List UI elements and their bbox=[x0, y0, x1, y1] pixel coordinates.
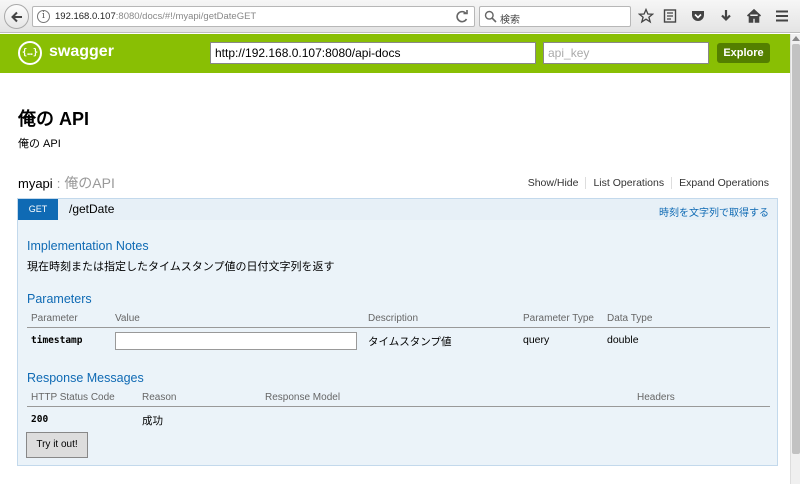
timestamp-value-input[interactable] bbox=[115, 332, 357, 350]
address-text: 192.168.0.107:8080/docs/#!/myapi/getDate… bbox=[55, 11, 256, 22]
param-type: query bbox=[523, 334, 550, 346]
param-header-divider bbox=[27, 327, 770, 328]
response-header-model: Response Model bbox=[265, 392, 341, 403]
resource-name-link[interactable]: myapi bbox=[18, 176, 53, 191]
api-key-input[interactable] bbox=[543, 42, 709, 64]
browser-search-box[interactable]: 検索 bbox=[479, 6, 631, 27]
operation-heading[interactable]: GET /getDate 時刻を文字列で取得する bbox=[17, 198, 778, 221]
param-header-data-type: Data Type bbox=[607, 313, 653, 324]
download-icon[interactable] bbox=[718, 8, 734, 24]
param-data-type: double bbox=[607, 334, 639, 346]
reading-list-icon[interactable] bbox=[662, 8, 678, 24]
scroll-up-arrow-icon[interactable] bbox=[792, 36, 800, 41]
info-icon[interactable]: i bbox=[37, 10, 50, 23]
param-name: timestamp bbox=[31, 335, 83, 346]
response-reason: 成功 bbox=[142, 415, 163, 427]
operation-path[interactable]: /getDate bbox=[69, 202, 114, 216]
api-title: 俺の API bbox=[18, 109, 90, 129]
show-hide-link[interactable]: Show/Hide bbox=[521, 177, 587, 189]
param-header-description: Description bbox=[368, 313, 419, 324]
resource-separator: : bbox=[56, 176, 61, 191]
param-description: タイムスタンプ値 bbox=[368, 336, 452, 348]
response-header-headers: Headers bbox=[637, 392, 675, 403]
reload-icon[interactable] bbox=[454, 9, 470, 24]
swagger-header: {…} swagger Explore bbox=[0, 34, 790, 73]
address-bar[interactable]: i 192.168.0.107:8080/docs/#!/myapi/getDa… bbox=[32, 6, 475, 27]
param-header-value: Value bbox=[115, 313, 140, 324]
expand-operations-link[interactable]: Expand Operations bbox=[672, 177, 769, 189]
page-scrollbar[interactable] bbox=[790, 34, 800, 484]
list-operations-link[interactable]: List Operations bbox=[586, 177, 673, 189]
try-it-out-button[interactable]: Try it out! bbox=[26, 432, 88, 458]
search-placeholder: 検索 bbox=[500, 15, 520, 26]
api-description: 俺の API bbox=[18, 138, 61, 150]
home-icon[interactable] bbox=[746, 8, 762, 24]
scroll-thumb[interactable] bbox=[792, 44, 800, 454]
resource-actions: Show/Hide List Operations Expand Operati… bbox=[521, 177, 769, 189]
param-header-parameter: Parameter bbox=[31, 313, 78, 324]
back-button[interactable] bbox=[4, 4, 29, 29]
api-url-input[interactable] bbox=[210, 42, 536, 64]
implementation-notes-title: Implementation Notes bbox=[27, 239, 149, 253]
pocket-icon[interactable] bbox=[690, 8, 706, 24]
swagger-logo-text[interactable]: swagger bbox=[49, 43, 114, 61]
response-messages-title: Response Messages bbox=[27, 371, 144, 385]
browser-toolbar: i 192.168.0.107:8080/docs/#!/myapi/getDa… bbox=[0, 0, 800, 33]
operation-summary[interactable]: 時刻を文字列で取得する bbox=[659, 204, 769, 219]
operation-content: Implementation Notes 現在時刻または指定したタイムスタンプ値… bbox=[17, 220, 778, 466]
response-header-status: HTTP Status Code bbox=[31, 392, 115, 403]
response-status-code: 200 bbox=[31, 414, 49, 425]
response-header-reason: Reason bbox=[142, 392, 177, 403]
bookmark-star-icon[interactable] bbox=[638, 8, 654, 24]
resource-heading: myapi: 俺のAPI bbox=[18, 173, 115, 193]
resource-title: 俺のAPI bbox=[64, 175, 115, 191]
search-icon bbox=[484, 10, 497, 23]
parameters-title: Parameters bbox=[27, 292, 92, 306]
url-path: :8080/docs/#!/myapi/getDateGET bbox=[115, 11, 257, 22]
explore-button[interactable]: Explore bbox=[717, 43, 770, 63]
url-host: 192.168.0.107 bbox=[55, 11, 116, 22]
menu-icon[interactable] bbox=[774, 8, 790, 24]
back-arrow-icon bbox=[10, 11, 22, 22]
swagger-logo-icon: {…} bbox=[18, 41, 42, 65]
response-header-divider bbox=[27, 406, 770, 407]
param-header-type: Parameter Type bbox=[523, 313, 594, 324]
implementation-notes-text: 現在時刻または指定したタイムスタンプ値の日付文字列を返す bbox=[27, 261, 335, 273]
http-method-badge[interactable]: GET bbox=[18, 199, 58, 220]
